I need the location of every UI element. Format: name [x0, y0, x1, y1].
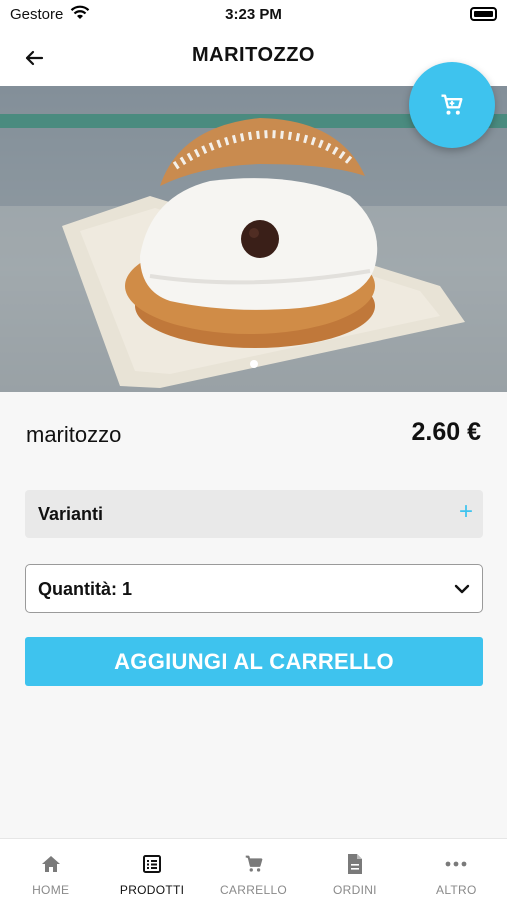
- cart-icon: [441, 94, 463, 115]
- tab-label: ORDINI: [333, 883, 377, 897]
- quantity-label: Quantità: 1: [38, 579, 133, 599]
- tab-label: HOME: [32, 883, 70, 897]
- home-icon: [40, 853, 62, 875]
- add-to-cart-button[interactable]: AGGIUNGI AL CARRELLO: [25, 637, 483, 686]
- carousel-dot: [250, 360, 258, 368]
- chevron-down-icon: [452, 579, 472, 604]
- tab-prodotti[interactable]: PRODOTTI: [101, 839, 202, 900]
- floating-cart-button[interactable]: [409, 62, 495, 148]
- list-icon: [142, 853, 162, 875]
- product-name: maritozzo: [26, 422, 122, 447]
- tab-altro[interactable]: ALTRO: [406, 839, 507, 900]
- variants-label: Varianti: [38, 504, 104, 524]
- more-icon: [445, 853, 467, 875]
- variants-accordion[interactable]: Varianti +: [25, 490, 483, 538]
- tab-label: ALTRO: [436, 883, 477, 897]
- document-icon: [346, 853, 364, 875]
- clock: 3:23 PM: [225, 6, 282, 23]
- tab-label: CARRELLO: [219, 883, 288, 897]
- tab-home[interactable]: HOME: [0, 839, 101, 900]
- quantity-select[interactable]: Quantità: 1: [25, 564, 483, 613]
- status-bar: Gestore 3:23 PM: [0, 0, 507, 30]
- tab-carrello[interactable]: CARRELLO: [203, 839, 304, 900]
- tab-ordini[interactable]: ORDINI: [304, 839, 405, 900]
- tab-label: PRODOTTI: [119, 883, 185, 897]
- page-title: MARITOZZO: [191, 44, 315, 66]
- battery-icon: [470, 7, 497, 21]
- plus-icon[interactable]: +: [459, 500, 473, 524]
- cart-icon: [243, 853, 265, 875]
- bottom-tab-bar: HOME PRODOTTI CARRELLO ORDINI ALTRO: [0, 838, 507, 900]
- product-price: 2.60 €: [411, 418, 481, 446]
